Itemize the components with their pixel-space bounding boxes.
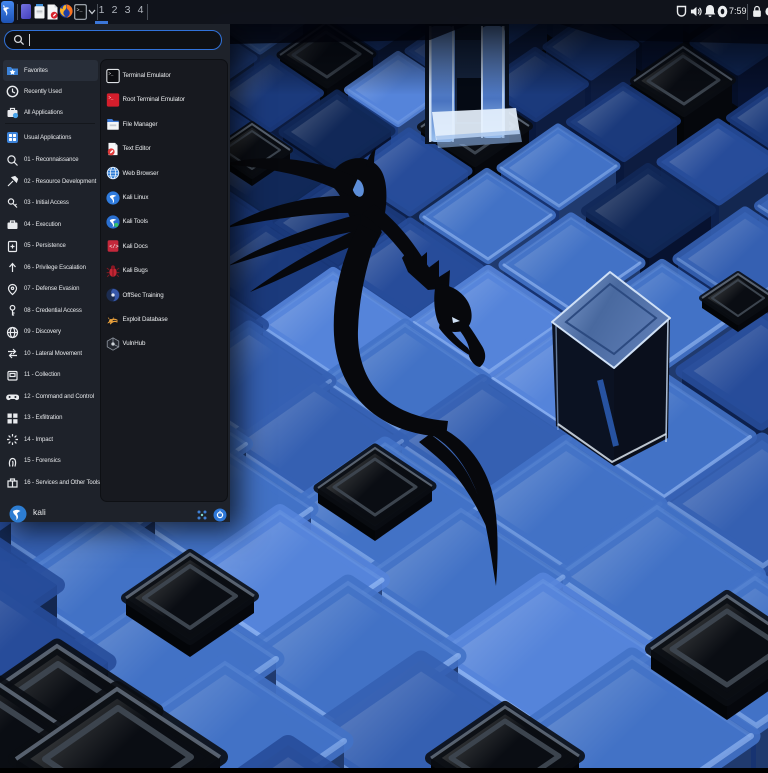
svg-text:>_: >_ xyxy=(77,7,84,13)
svg-text:>_: >_ xyxy=(108,71,113,76)
svg-text:>_: >_ xyxy=(108,96,113,101)
svg-text:</>: </> xyxy=(109,244,118,250)
